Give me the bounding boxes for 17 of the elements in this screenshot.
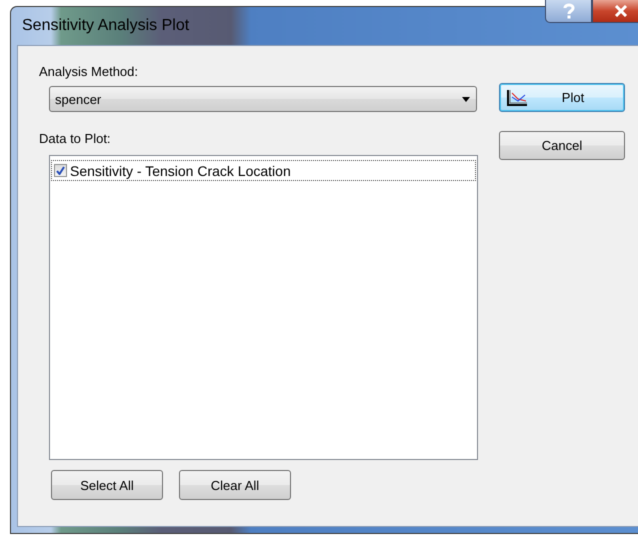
close-icon [614, 5, 628, 17]
method-dropdown[interactable]: spencer [49, 86, 477, 112]
checkbox[interactable] [54, 164, 67, 177]
list-item[interactable]: Sensitivity - Tension Crack Location [51, 160, 476, 181]
item-label: Sensitivity - Tension Crack Location [70, 162, 291, 178]
cancel-button[interactable]: Cancel [499, 131, 625, 160]
window-title: Sensitivity Analysis Plot [21, 17, 190, 35]
clear-all-button[interactable]: Clear All [179, 470, 291, 500]
help-button[interactable] [545, 0, 592, 23]
field-label: Analysis Method: [39, 64, 139, 79]
chart-icon [506, 88, 528, 106]
checkmark-icon [56, 166, 65, 175]
field-label: Data to Plot: [39, 131, 112, 146]
help-icon [562, 3, 574, 19]
close-button[interactable] [592, 0, 638, 23]
plot-button[interactable]: Plot [499, 83, 625, 112]
select-all-button[interactable]: Select All [51, 470, 163, 500]
